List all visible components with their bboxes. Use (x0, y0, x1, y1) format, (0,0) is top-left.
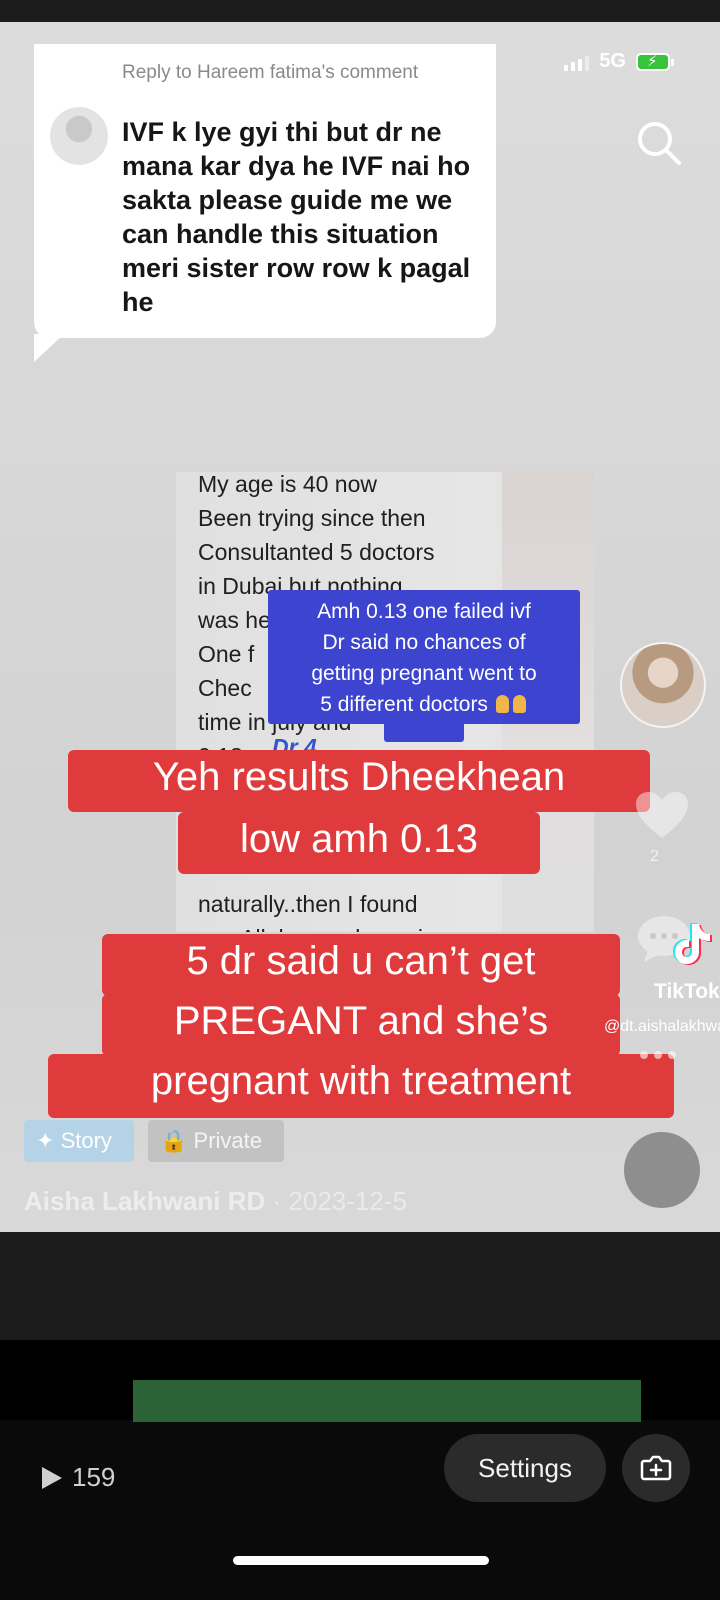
battery-icon: ⚡ (636, 52, 674, 71)
screenshot-tail-text: naturally..then I found you Allah ne apk… (198, 887, 518, 932)
play-count: 159 (40, 1462, 115, 1493)
blue-caption: Amh 0.13 one failed ivf Dr said no chanc… (268, 590, 580, 724)
search-icon[interactable] (636, 120, 682, 166)
screenshot-line: Consultanted 5 doctors (198, 539, 435, 565)
screenshot-line: Been trying since then (198, 505, 426, 531)
video-frame[interactable]: Reply to Hareem fatima's comment IVF k l… (0, 22, 720, 1232)
camera-plus-icon (640, 1455, 672, 1481)
status-time: 8:47 (74, 48, 119, 73)
story-chip-label: Story (60, 1128, 112, 1153)
private-chip: 🔒 Private (148, 1120, 284, 1162)
dark-band (0, 1232, 720, 1340)
blue-caption-line: Dr said no chances of (322, 631, 526, 654)
music-disc[interactable] (624, 1132, 700, 1208)
back-chevron-icon[interactable] (28, 118, 58, 158)
like-count: 2 (650, 848, 659, 865)
reply-to-label: Reply to Hareem fatima's comment (122, 62, 419, 83)
comment-bubble-tail (34, 334, 64, 362)
top-status-strip (0, 0, 720, 22)
status-indicators: 5G ⚡ (564, 50, 674, 73)
bottom-bar (0, 1420, 720, 1600)
private-chip-label: Private (193, 1128, 263, 1153)
author-line: Aisha Lakhwani RD · 2023-12-5 (24, 1186, 407, 1217)
camera-button[interactable] (622, 1434, 690, 1502)
signal-icon (564, 53, 590, 71)
settings-button[interactable]: Settings (444, 1434, 606, 1502)
lock-icon: 🔒 (160, 1128, 188, 1153)
sparkle-icon: ✦ (36, 1128, 55, 1153)
screenshot-line: you Allah ne apko zaria (198, 921, 518, 932)
post-date: · 2023-12-5 (272, 1186, 407, 1216)
story-chip: ✦ Story (24, 1120, 134, 1162)
blue-caption-line: getting pregnant went to (311, 662, 537, 685)
author-name: Aisha Lakhwani RD (24, 1186, 266, 1216)
network-type: 5G (599, 50, 626, 72)
play-count-value: 159 (72, 1462, 116, 1492)
comment-text: IVF k lye gyi thi but dr ne mana kar dya… (122, 117, 471, 317)
commenter-avatar (50, 107, 108, 165)
red-caption-1-line-2: low amh 0.13 (178, 812, 540, 874)
screenshot-line: naturally..then I found (198, 891, 418, 917)
screenshot-line: My age is 40 now (198, 472, 377, 497)
blue-caption-line: Amh 0.13 one failed ivf (317, 600, 531, 623)
red-caption-2-line-1: 5 dr said u can’t get (102, 934, 620, 996)
heart-icon[interactable] (634, 790, 690, 840)
blue-caption-line: 5 different doctors (320, 693, 488, 716)
praying-hands-icon (495, 695, 509, 713)
tiktok-logo-icon (673, 923, 712, 965)
tiktok-handle: @dt.aishalakhwani (604, 1018, 720, 1035)
red-caption-1-line-1: Yeh results Dheekhean (68, 750, 650, 812)
praying-hands-icon (512, 695, 526, 713)
blue-caption-line-with-emoji: 5 different doctors (274, 689, 574, 720)
tiktok-watermark: TikTok (654, 980, 720, 1003)
more-dots-icon[interactable] (638, 1050, 678, 1060)
play-icon (42, 1466, 62, 1489)
red-caption-2-line-2: PREGANT and she’s (102, 994, 620, 1056)
red-caption-2-line-3: pregnant with treatment (48, 1054, 674, 1118)
home-indicator (233, 1556, 489, 1565)
green-strip (133, 1380, 641, 1422)
creator-avatar[interactable] (620, 642, 706, 728)
